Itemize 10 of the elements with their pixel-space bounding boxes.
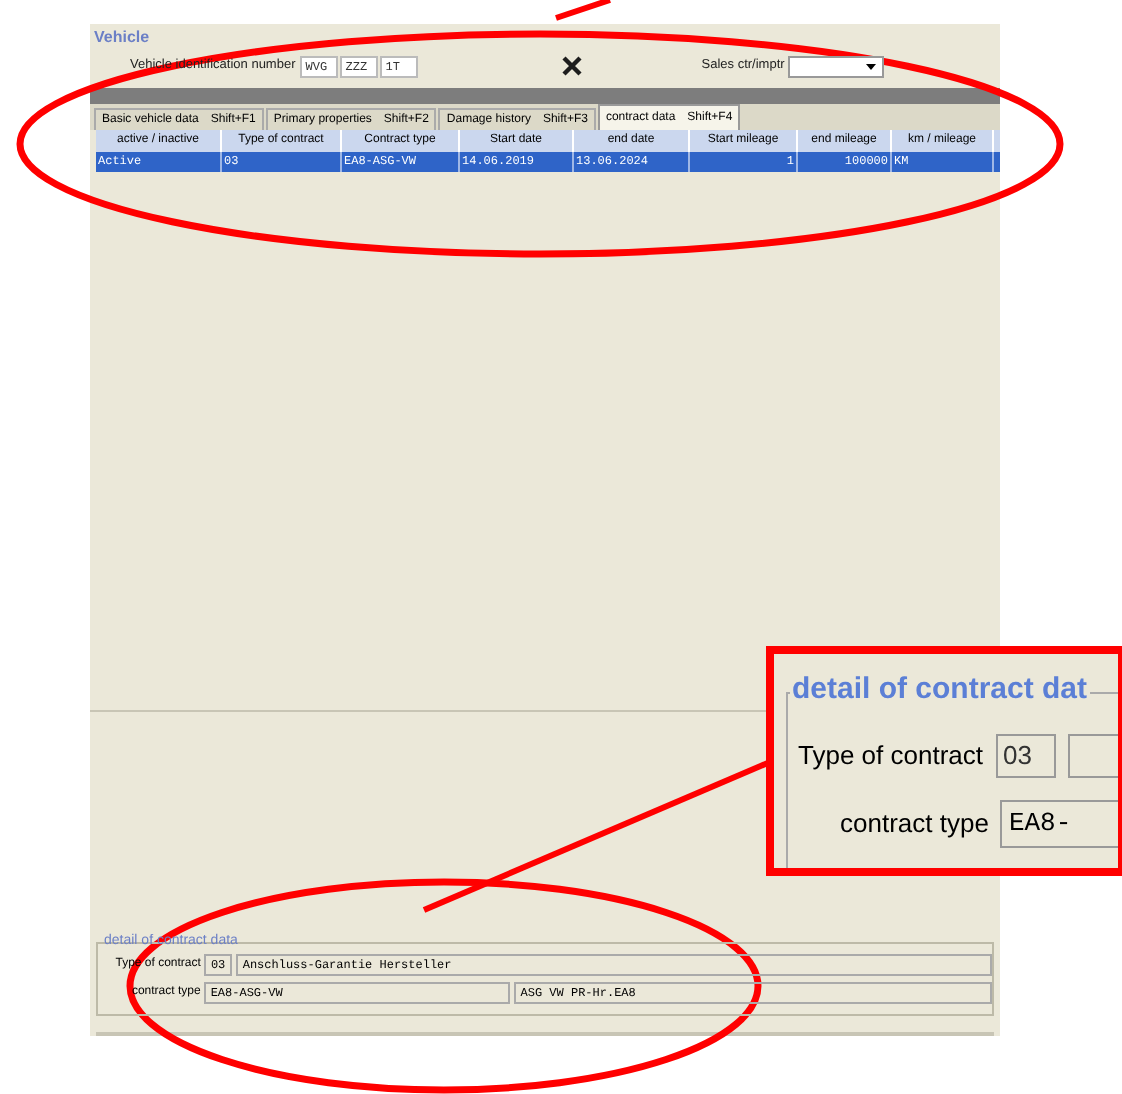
leader-line: [555, 0, 611, 21]
sales-dropdown[interactable]: [788, 55, 885, 77]
close-icon[interactable]: [561, 56, 582, 76]
caret-icon: [866, 63, 877, 69]
code-field[interactable]: 03: [995, 734, 1055, 778]
field-label: contract type: [840, 806, 989, 843]
section-title: Vehicle: [92, 26, 152, 48]
field-label: Type of contract: [798, 738, 983, 775]
code-field[interactable]: EA8-: [1000, 800, 1118, 848]
text-field[interactable]: [1067, 734, 1118, 778]
